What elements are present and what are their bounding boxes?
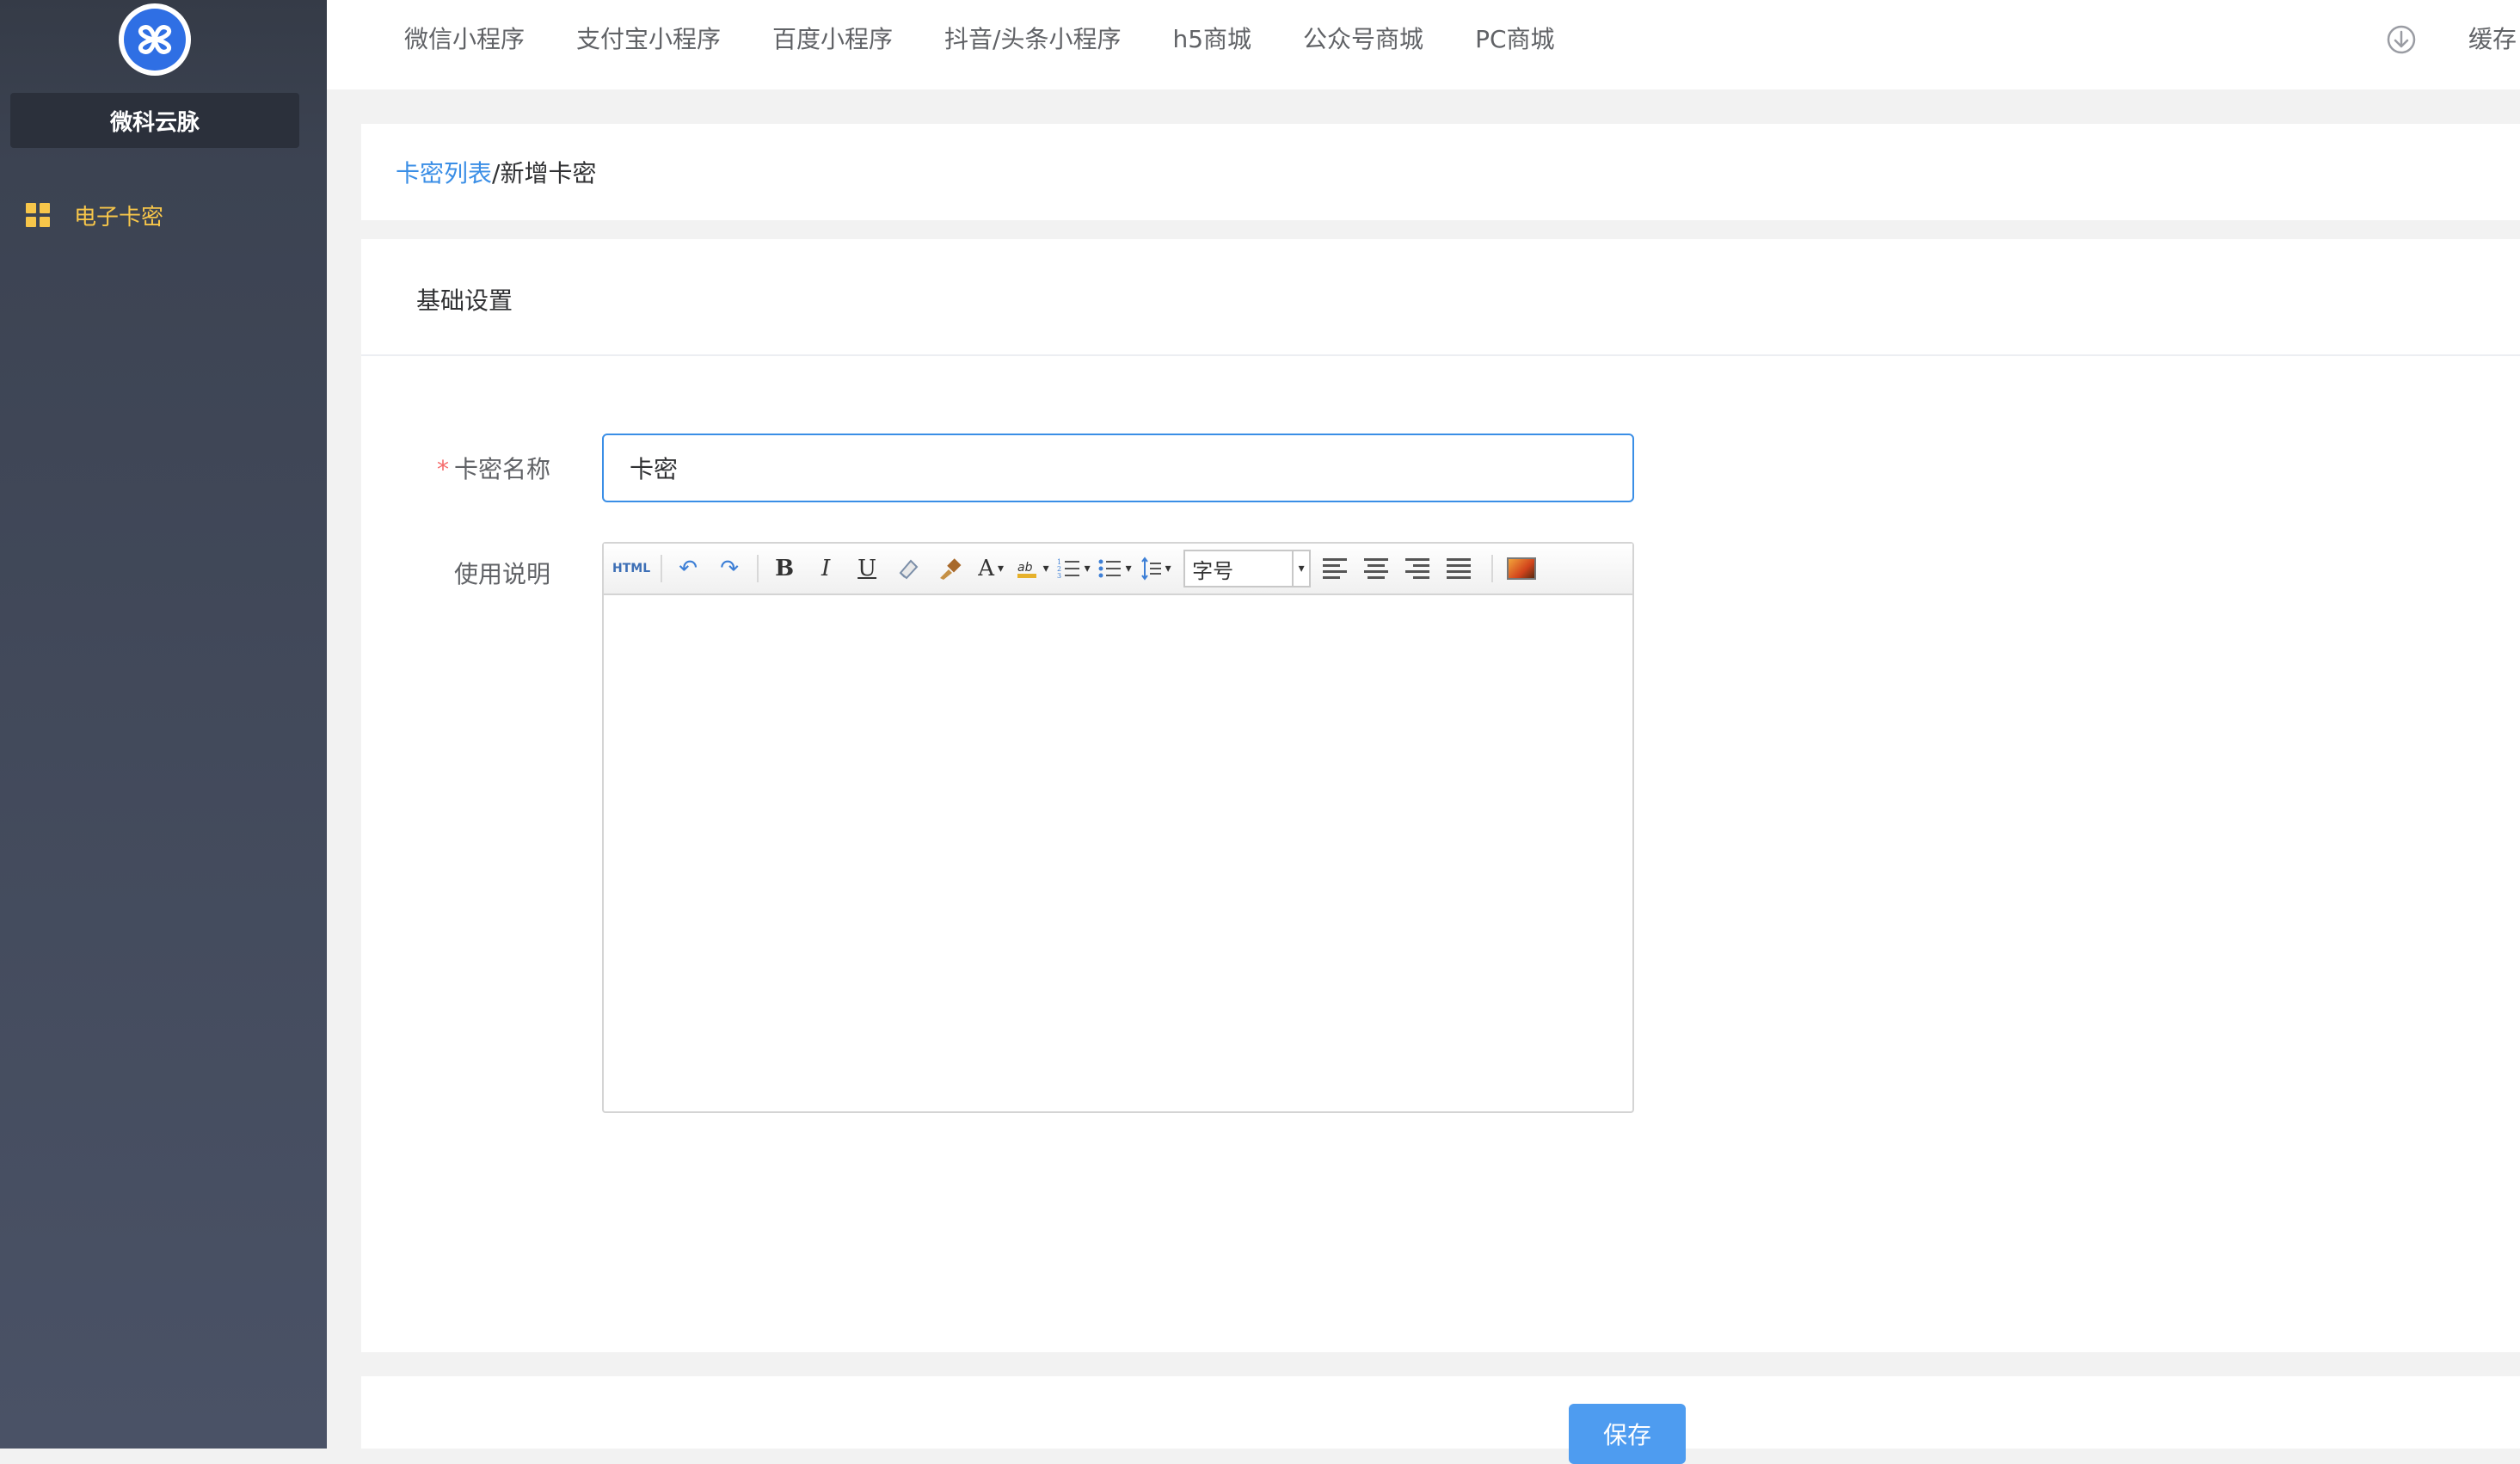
format-painter-icon[interactable]	[932, 551, 967, 586]
chevron-down-icon: ▾	[1292, 551, 1309, 586]
svg-text:3: 3	[1057, 572, 1061, 580]
chevron-down-icon: ▾	[1125, 562, 1132, 575]
undo-icon[interactable]: ↶	[671, 551, 705, 586]
editor-content-area[interactable]	[604, 595, 1632, 1111]
toolbar-divider	[661, 555, 663, 582]
topnav-alipay-miniapp[interactable]: 支付宝小程序	[576, 21, 721, 55]
brand-logo	[119, 3, 191, 76]
bold-button[interactable]: B	[767, 551, 802, 586]
rich-text-editor: HTML ↶ ↷ B I U A ▾ ab ▾ 123 ▾ ▾ ▾ 字号 ▾	[602, 542, 1634, 1113]
highlight-color-button[interactable]: ab ▾	[1015, 551, 1049, 586]
toolbar-divider	[757, 555, 759, 582]
redo-icon[interactable]: ↷	[712, 551, 747, 586]
italic-button[interactable]: I	[808, 551, 843, 586]
logo-mark-icon	[124, 9, 186, 71]
align-justify-icon[interactable]	[1447, 558, 1472, 579]
topnav-douyin-miniapp[interactable]: 抖音/头条小程序	[944, 21, 1121, 55]
top-bar: 微信小程序 支付宝小程序 百度小程序 抖音/头条小程序 h5商城 公众号商城 P…	[327, 0, 2520, 89]
save-button[interactable]: 保存	[1569, 1404, 1686, 1464]
topnav-official-account-mall[interactable]: 公众号商城	[1303, 21, 1423, 55]
sidebar: 微科云脉 电子卡密	[0, 0, 327, 1449]
insert-image-icon[interactable]	[1507, 557, 1537, 580]
svg-text:ab: ab	[1017, 561, 1033, 575]
footer-actions: 保存	[361, 1376, 2520, 1464]
ecard-name-input[interactable]	[602, 434, 1634, 502]
unordered-list-icon	[1098, 559, 1121, 578]
topnav-h5-mall[interactable]: h5商城	[1172, 21, 1251, 55]
top-nav: 微信小程序 支付宝小程序 百度小程序 抖音/头条小程序 h5商城 公众号商城 P…	[404, 0, 1607, 76]
font-color-button[interactable]: A ▾	[974, 551, 1008, 586]
topnav-baidu-miniapp[interactable]: 百度小程序	[772, 21, 893, 55]
font-size-select[interactable]: 字号 ▾	[1183, 550, 1312, 587]
section-title: 基础设置	[416, 286, 513, 315]
chevron-down-icon: ▾	[1042, 562, 1049, 575]
chevron-down-icon: ▾	[1165, 562, 1171, 575]
breadcrumb-link-ecard-list[interactable]: 卡密列表	[396, 159, 492, 188]
unordered-list-button[interactable]: ▾	[1097, 551, 1132, 586]
form-card: 基础设置 *卡密名称 使用说明 HTML ↶ ↷ B I U A▾ ab ▾	[361, 239, 2520, 1352]
brand-name: 微科云脉	[10, 93, 299, 148]
topnav-pc-mall[interactable]: PC商城	[1475, 21, 1554, 55]
cache-button[interactable]: 缓存	[2468, 21, 2517, 55]
desc-label: 使用说明	[453, 560, 550, 588]
align-right-icon[interactable]	[1405, 558, 1430, 579]
breadcrumb: 卡密列表/新增卡密	[396, 155, 596, 189]
font-size-label: 字号	[1192, 558, 1234, 583]
section-divider	[361, 354, 2520, 356]
breadcrumb-card: 卡密列表/新增卡密	[361, 124, 2520, 220]
font-color-label: A	[978, 556, 994, 581]
toolbar-divider	[1491, 555, 1494, 582]
sidebar-item-ecard[interactable]: 电子卡密	[0, 191, 327, 239]
download-icon[interactable]	[2386, 24, 2417, 55]
align-left-icon[interactable]	[1323, 558, 1348, 579]
ordered-list-icon: 123	[1057, 558, 1079, 580]
editor-toolbar: HTML ↶ ↷ B I U A ▾ ab ▾ 123 ▾ ▾ ▾ 字号 ▾	[604, 544, 1632, 595]
grid-icon	[26, 203, 50, 227]
name-label-text: 卡密名称	[453, 455, 550, 483]
name-label: * 卡密名称	[361, 451, 550, 485]
required-mark: *	[436, 455, 449, 483]
html-source-button[interactable]: HTML	[612, 551, 650, 586]
highlight-icon: ab	[1017, 561, 1036, 578]
chevron-down-icon: ▾	[998, 562, 1005, 575]
topnav-wechat-miniapp[interactable]: 微信小程序	[404, 21, 525, 55]
eraser-icon[interactable]	[891, 551, 925, 586]
align-center-icon[interactable]	[1364, 558, 1389, 579]
underline-button[interactable]: U	[850, 551, 884, 586]
chevron-down-icon: ▾	[1084, 562, 1091, 575]
sidebar-item-label: 电子卡密	[74, 204, 164, 231]
line-height-button[interactable]: ▾	[1139, 551, 1173, 586]
ordered-list-button[interactable]: 123 ▾	[1056, 551, 1091, 586]
breadcrumb-current: /新增卡密	[492, 159, 597, 188]
line-height-icon	[1140, 557, 1161, 581]
